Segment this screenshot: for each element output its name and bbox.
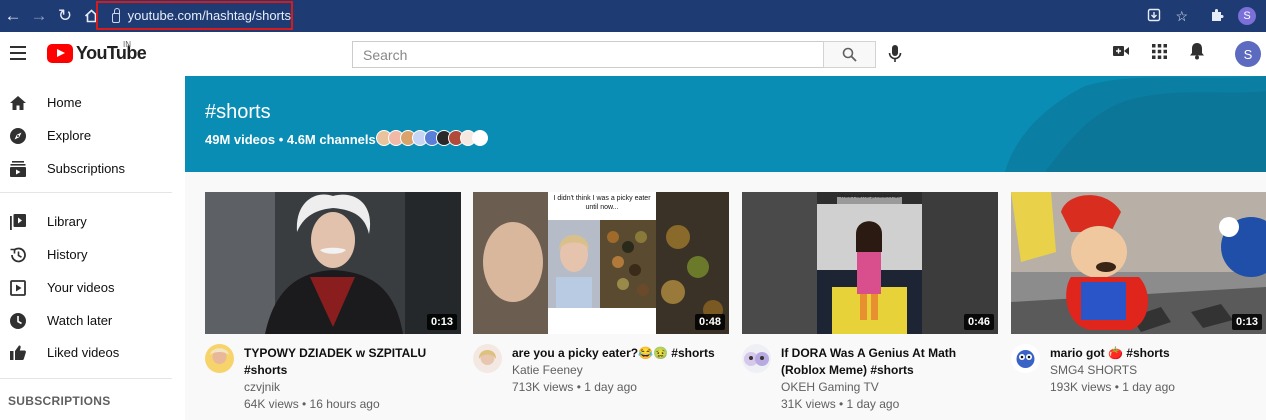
notifications-bell-icon[interactable] [1189, 42, 1205, 65]
sidebar-item-label: Library [47, 214, 87, 229]
channel-avatar[interactable] [205, 344, 234, 373]
search-button[interactable] [823, 41, 876, 68]
install-icon[interactable] [1147, 8, 1161, 25]
channel-avatar[interactable] [742, 344, 771, 373]
video-duration: 0:46 [963, 314, 994, 330]
history-icon [9, 246, 27, 264]
star-icon[interactable]: ☆ [1175, 8, 1188, 25]
create-video-icon[interactable] [1112, 44, 1130, 63]
channel-avatars-stack[interactable] [376, 130, 488, 146]
sidebar-item-label: Home [47, 95, 82, 110]
apps-grid-icon[interactable] [1152, 43, 1167, 64]
logo-text: YouTube [76, 43, 147, 63]
channel-name[interactable]: SMG4 SHORTS [1050, 362, 1137, 379]
address-bar[interactable]: youtube.com/hashtag/shorts [96, 1, 293, 30]
sidebar-item-label: Your videos [47, 280, 115, 295]
channel-avatar[interactable] [1011, 344, 1040, 373]
video-duration: 0:13 [1231, 314, 1262, 330]
video-stats: 31K views • 1 day ago [781, 397, 900, 411]
region-code: IN [123, 40, 131, 49]
video-thumbnail[interactable]: 0:13 [205, 192, 461, 334]
video-title[interactable]: If DORA Was A Genius At Math (Roblox Mem… [781, 345, 991, 379]
sidebar-divider [0, 378, 172, 379]
channel-name[interactable]: Katie Feeney [512, 362, 583, 379]
video-stats: 64K views • 16 hours ago [244, 397, 380, 411]
sidebar-item-label: Liked videos [47, 345, 120, 360]
video-title[interactable]: are you a picky eater?😂🤢 #shorts [512, 345, 722, 362]
channel-name[interactable]: OKEH Gaming TV [781, 379, 879, 396]
hashtag-stats: 49M videos • 4.6M channels [205, 132, 376, 147]
search-input[interactable] [353, 42, 823, 67]
youtube-play-icon [47, 44, 73, 63]
hashtag-title: #shorts [205, 101, 271, 123]
mic-icon[interactable] [888, 44, 902, 69]
lock-icon [112, 7, 120, 23]
sidebar-item-subscriptions[interactable]: Subscriptions [0, 152, 185, 185]
channel-avatar [472, 130, 488, 146]
sidebar-item-home[interactable]: Home [0, 86, 185, 119]
video-title[interactable]: mario got 🍅 #shorts [1050, 345, 1260, 362]
sidebar-item-label: History [47, 247, 88, 262]
compass-icon [9, 127, 27, 145]
clock-icon [9, 312, 27, 330]
subscriptions-icon [9, 160, 27, 178]
sidebar-item-label: Subscriptions [47, 161, 126, 176]
video-duration: 0:48 [694, 314, 725, 330]
forward-icon[interactable]: → [26, 0, 52, 32]
channel-avatar[interactable] [473, 344, 502, 373]
extensions-icon[interactable] [1210, 8, 1224, 25]
video-thumbnail[interactable]: Then I ran for president lucas 0:46 [742, 192, 998, 334]
video-title[interactable]: TYPOWY DZIADEK w SZPITALU #shorts [244, 345, 454, 379]
thumbnail-caption: Then I ran for president lucas [840, 194, 900, 200]
sidebar-item-explore[interactable]: Explore [0, 119, 185, 152]
thumbnail-caption: I didn't think I was a picky eater until… [553, 195, 651, 211]
search-field[interactable] [352, 41, 824, 68]
browser-toolbar: ← → ↻ youtube.com/hashtag/shorts ☆ S [0, 0, 1266, 32]
your-videos-icon [9, 279, 27, 297]
url-text: youtube.com/hashtag/shorts [127, 8, 291, 23]
sidebar-item-watch-later[interactable]: Watch later [0, 304, 185, 337]
menu-icon[interactable] [10, 46, 26, 64]
sidebar-item-label: Watch later [47, 313, 113, 328]
sidebar-section-title: SUBSCRIPTIONS [8, 394, 111, 408]
youtube-header: YouTube IN S [0, 32, 1266, 76]
reload-icon[interactable]: ↻ [52, 0, 78, 32]
sidebar: Home Explore Subscriptions Library Histo… [0, 76, 185, 420]
video-stats: 193K views • 1 day ago [1050, 380, 1175, 394]
sidebar-divider [0, 192, 172, 193]
video-thumbnail[interactable]: 0:13 [1011, 192, 1266, 334]
browser-profile-avatar[interactable]: S [1238, 7, 1256, 25]
youtube-logo[interactable]: YouTube [47, 43, 147, 64]
sidebar-item-label: Explore [47, 128, 92, 143]
account-avatar[interactable]: S [1235, 41, 1261, 67]
home-icon [9, 94, 27, 112]
search-icon [842, 47, 857, 62]
sidebar-item-your-videos[interactable]: Your videos [0, 271, 185, 304]
video-thumbnail[interactable]: I didn't think I was a picky eater until… [473, 192, 729, 334]
banner-brush-decoration [1005, 76, 1266, 172]
sidebar-item-library[interactable]: Library [0, 205, 185, 238]
sidebar-item-liked-videos[interactable]: Liked videos [0, 336, 185, 369]
channel-name[interactable]: czvjnik [244, 379, 280, 396]
thumbs-up-icon [9, 344, 27, 362]
video-duration: 0:13 [426, 314, 457, 330]
sidebar-item-history[interactable]: History [0, 238, 185, 271]
hashtag-banner: #shorts 49M videos • 4.6M channels [185, 76, 1266, 172]
library-icon [9, 213, 27, 231]
video-stats: 713K views • 1 day ago [512, 380, 637, 394]
back-icon[interactable]: ← [0, 0, 26, 32]
